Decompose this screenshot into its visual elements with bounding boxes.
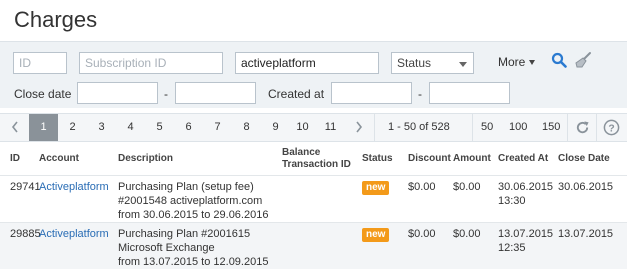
description-line: Purchasing Plan #2001615 (118, 227, 251, 240)
cell-created-at: 30.06.2015 13:30 (495, 174, 555, 222)
created-at-to-input[interactable] (429, 82, 510, 104)
close-date-label: Close date (14, 87, 72, 101)
pager-divider (567, 114, 568, 141)
page-6-button[interactable]: 6 (174, 114, 203, 141)
created-time: 13:30 (498, 194, 526, 207)
cell-id: 29741 (0, 174, 41, 222)
column-header-discount[interactable]: Discount (405, 143, 451, 175)
page-title: Charges (14, 7, 98, 32)
column-header-close-date[interactable]: Close Date (555, 143, 627, 175)
cell-amount: $0.00 (450, 174, 495, 222)
cell-created-at: 13.07.2015 12:35 (495, 221, 555, 269)
created-date: 30.06.2015 (498, 180, 554, 193)
description-line: #2001548 activeplatform.com (118, 194, 263, 207)
page-9-button[interactable]: 9 (261, 114, 290, 141)
description-line: Microsoft Exchange (118, 241, 215, 254)
status-filter-label: Status (397, 56, 432, 70)
table-row[interactable]: 29741 Activeplatform Purchasing Plan (se… (0, 174, 627, 222)
created-at-from-input[interactable] (331, 82, 412, 104)
description-line: from 30.06.2015 to 29.06.2016 (118, 208, 269, 221)
cell-balance-transaction-id (279, 174, 359, 222)
svg-text:?: ? (608, 123, 614, 134)
description-line: from 13.07.2015 to 12.09.2015 (118, 255, 269, 268)
account-link[interactable]: Activeplatform (39, 181, 109, 193)
cell-close-date: 13.07.2015 (555, 221, 627, 269)
per-page-150-button[interactable]: 150 (542, 114, 560, 141)
close-date-to-input[interactable] (175, 82, 256, 104)
more-filters-label: More (498, 55, 526, 69)
help-icon[interactable]: ? (603, 119, 620, 139)
column-header-created-at[interactable]: Created At (495, 143, 555, 175)
status-badge: new (362, 180, 390, 195)
pager-divider (472, 114, 473, 141)
chevron-left-icon[interactable] (0, 114, 29, 141)
description-line: Purchasing Plan (setup fee) (118, 180, 254, 193)
page-11-button[interactable]: 11 (316, 114, 345, 141)
page-8-button[interactable]: 8 (232, 114, 261, 141)
id-filter-input[interactable] (13, 52, 67, 74)
close-date-separator: - (164, 87, 168, 101)
column-header-balance-transaction-id[interactable]: Balance Transaction ID (279, 143, 359, 175)
created-date: 13.07.2015 (498, 227, 554, 240)
charges-table: ID Account Description Balance Transacti… (0, 143, 627, 269)
column-header-id[interactable]: ID (0, 143, 36, 175)
page-3-button[interactable]: 3 (87, 114, 116, 141)
cell-id: 29885 (0, 221, 41, 269)
account-filter-input[interactable] (235, 52, 379, 74)
subscription-id-filter-input[interactable] (79, 52, 223, 74)
cell-amount: $0.00 (450, 221, 495, 269)
created-time: 12:35 (498, 241, 526, 254)
column-header-amount[interactable]: Amount (450, 143, 495, 175)
column-header-account[interactable]: Account (36, 143, 115, 175)
page-range-text: 1 - 50 of 528 (388, 121, 450, 133)
page-1-button[interactable]: 1 (29, 114, 58, 141)
search-icon[interactable] (551, 52, 567, 71)
table-header-row: ID Account Description Balance Transacti… (0, 143, 627, 175)
pager-divider (596, 114, 597, 141)
cell-discount: $0.00 (405, 221, 450, 269)
cell-discount: $0.00 (405, 174, 450, 222)
filter-panel: Status More Close date - Created at - (0, 41, 627, 108)
table-row[interactable]: 29885 Activeplatform Purchasing Plan #20… (0, 221, 627, 269)
status-badge: new (362, 227, 390, 242)
cell-balance-transaction-id (279, 221, 359, 269)
more-filters-toggle[interactable]: More (498, 55, 536, 69)
created-at-separator: - (418, 87, 422, 101)
caret-down-icon (529, 60, 536, 66)
created-at-label: Created at (268, 87, 325, 101)
page-2-button[interactable]: 2 (58, 114, 87, 141)
clear-filter-icon[interactable] (574, 51, 592, 72)
pagination-bar: 1 2 3 4 5 6 7 8 9 10 11 1 - 50 of 528 50… (0, 113, 627, 142)
page-10-button[interactable]: 10 (288, 114, 317, 141)
cell-close-date: 30.06.2015 (555, 174, 627, 222)
close-date-from-input[interactable] (77, 82, 158, 104)
column-header-status[interactable]: Status (359, 143, 405, 175)
per-page-50-button[interactable]: 50 (481, 114, 493, 141)
cell-status: new (359, 174, 405, 222)
column-header-description[interactable]: Description (115, 143, 279, 175)
pager-divider (374, 114, 375, 141)
per-page-100-button[interactable]: 100 (509, 114, 527, 141)
page-5-button[interactable]: 5 (145, 114, 174, 141)
account-link[interactable]: Activeplatform (39, 228, 109, 240)
chevron-down-icon (459, 62, 467, 67)
cell-description: Purchasing Plan (setup fee) #2001548 act… (115, 174, 279, 222)
cell-account: Activeplatform (36, 174, 115, 222)
status-filter-select[interactable]: Status (391, 52, 474, 74)
chevron-right-icon[interactable] (344, 114, 373, 141)
page-4-button[interactable]: 4 (116, 114, 145, 141)
cell-account: Activeplatform (36, 221, 115, 269)
page-7-button[interactable]: 7 (203, 114, 232, 141)
cell-status: new (359, 221, 405, 269)
refresh-icon[interactable] (575, 120, 590, 138)
cell-description: Purchasing Plan #2001615 Microsoft Excha… (115, 221, 279, 269)
